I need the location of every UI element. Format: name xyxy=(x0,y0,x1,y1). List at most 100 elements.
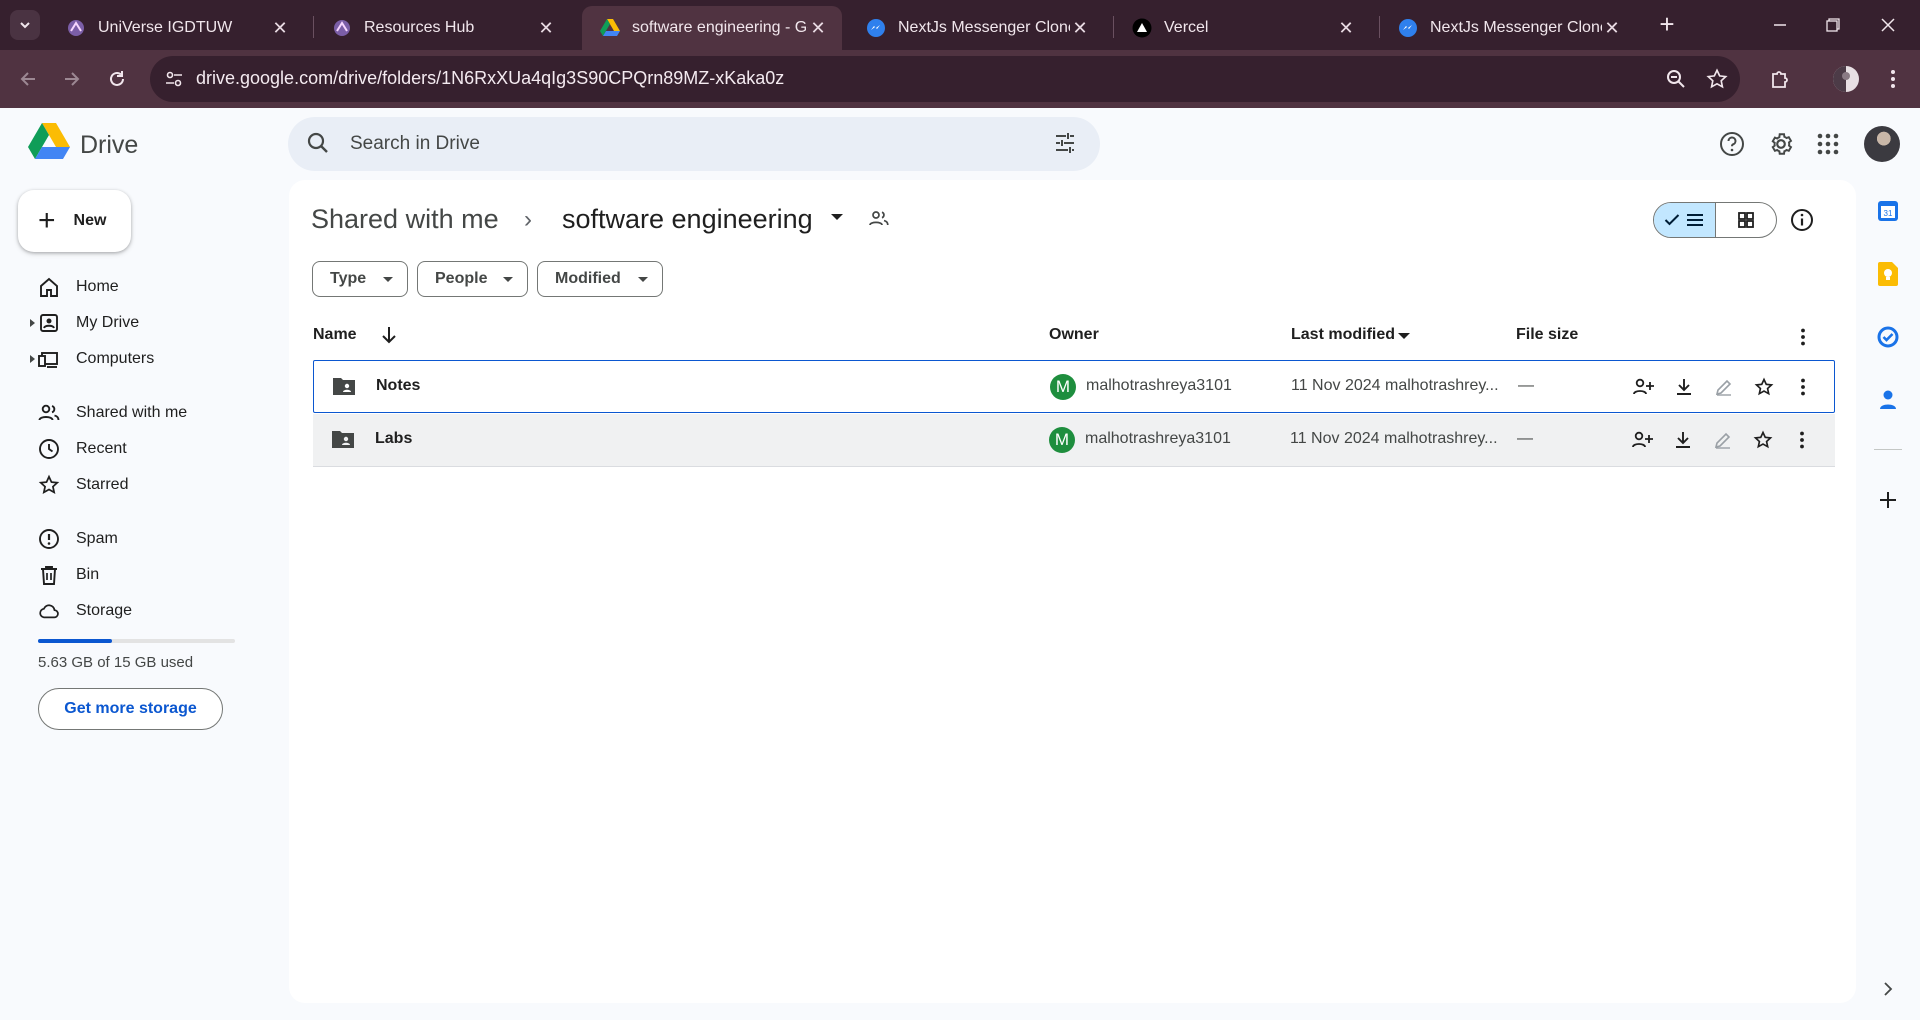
owner-avatar: M xyxy=(1050,374,1076,400)
browser-tab[interactable]: NextJs Messenger Clone ✕ xyxy=(1380,6,1636,50)
close-window-button[interactable] xyxy=(1868,10,1908,40)
owner-avatar: M xyxy=(1049,427,1075,453)
more-actions-icon[interactable] xyxy=(1790,428,1814,452)
my-drive-icon xyxy=(40,314,58,332)
puzzle-icon xyxy=(1772,71,1788,88)
site-info-icon[interactable] xyxy=(164,69,184,89)
zoom-icon[interactable] xyxy=(1666,69,1686,89)
sidebar-item-shared-with-me[interactable]: Shared with me xyxy=(28,396,258,430)
contacts-app-icon[interactable] xyxy=(1874,386,1902,414)
breadcrumb-current[interactable]: software engineering xyxy=(562,204,813,235)
close-tab-icon[interactable]: ✕ xyxy=(1070,18,1090,39)
more-actions-icon[interactable] xyxy=(1791,375,1815,399)
file-row[interactable]: Notes M malhotrashreya3101 11 Nov 2024 m… xyxy=(313,360,1835,413)
download-icon[interactable] xyxy=(1671,428,1695,452)
new-tab-button[interactable]: + xyxy=(1652,10,1682,40)
browser-tab[interactable]: Vercel ✕ xyxy=(1114,6,1370,50)
grid-view-button[interactable] xyxy=(1716,203,1777,237)
sidebar-item-bin[interactable]: Bin xyxy=(28,558,258,592)
minimize-button[interactable] xyxy=(1760,10,1800,40)
shared-folder-people-icon[interactable] xyxy=(868,208,890,230)
search-icon[interactable] xyxy=(306,131,330,155)
account-avatar[interactable] xyxy=(1864,126,1900,162)
star-icon[interactable] xyxy=(1752,375,1776,399)
close-tab-icon[interactable]: ✕ xyxy=(1602,18,1622,39)
bookmark-star-icon[interactable] xyxy=(1706,68,1728,90)
settings-button[interactable] xyxy=(1763,126,1799,162)
sidebar-item-computers[interactable]: Computers xyxy=(28,342,258,376)
new-button[interactable]: + New xyxy=(18,190,131,252)
browser-toolbar: drive.google.com/drive/folders/1N6RxXUa4… xyxy=(0,50,1920,108)
info-icon[interactable] xyxy=(1790,208,1814,232)
sidebar-item-label: My Drive xyxy=(76,314,140,331)
view-toggle xyxy=(1653,202,1777,238)
tasks-app-icon[interactable] xyxy=(1874,323,1902,351)
folder-menu-caret-icon[interactable] xyxy=(830,213,844,221)
get-addons-plus-icon[interactable] xyxy=(1874,486,1902,514)
drive-logo-icon[interactable] xyxy=(28,122,70,162)
close-tab-icon[interactable]: ✕ xyxy=(808,18,828,39)
rename-pencil-icon[interactable] xyxy=(1711,428,1735,452)
expand-side-panel-icon[interactable] xyxy=(1874,975,1902,1003)
sidebar-item-recent[interactable]: Recent xyxy=(28,432,258,466)
check-icon xyxy=(1665,214,1680,226)
filter-people-chip[interactable]: People xyxy=(417,261,528,297)
storage-usage-text: 5.63 GB of 15 GB used xyxy=(38,654,194,671)
restore-button[interactable] xyxy=(1813,10,1853,40)
filter-type-chip[interactable]: Type xyxy=(312,261,408,297)
profile-button[interactable] xyxy=(1830,63,1862,95)
column-header-last-modified[interactable]: Last modified xyxy=(1291,326,1395,344)
extensions-button[interactable] xyxy=(1765,63,1797,95)
keep-app-icon[interactable] xyxy=(1874,260,1902,288)
column-header-name[interactable]: Name xyxy=(313,326,357,344)
breadcrumb-root[interactable]: Shared with me xyxy=(311,204,499,235)
share-person-add-icon[interactable] xyxy=(1630,428,1654,452)
close-tab-icon[interactable]: ✕ xyxy=(1336,18,1356,39)
search-input[interactable] xyxy=(350,127,1030,161)
sidebar-item-starred[interactable]: Starred xyxy=(28,468,258,502)
sort-caret-icon[interactable] xyxy=(1398,333,1410,340)
close-tab-icon[interactable]: ✕ xyxy=(536,18,556,39)
sort-arrow-down-icon[interactable] xyxy=(381,326,397,344)
address-bar[interactable]: drive.google.com/drive/folders/1N6RxXUa4… xyxy=(150,56,1740,102)
list-view-button[interactable] xyxy=(1654,203,1716,237)
close-tab-icon[interactable]: ✕ xyxy=(270,18,290,39)
main-content-panel xyxy=(289,180,1856,1003)
calendar-app-icon[interactable]: 31 xyxy=(1874,197,1902,225)
browser-tab[interactable]: NextJs Messenger Clone ✕ xyxy=(848,6,1104,50)
expand-caret-icon[interactable] xyxy=(28,318,36,328)
forward-button[interactable] xyxy=(56,63,88,95)
back-button[interactable] xyxy=(12,63,44,95)
file-last-modified: 11 Nov 2024 malhotrashrey... xyxy=(1290,430,1498,447)
expand-caret-icon[interactable] xyxy=(28,354,36,364)
browser-menu-button[interactable] xyxy=(1877,63,1909,95)
column-header-owner: Owner xyxy=(1049,326,1099,343)
drive-favicon-icon xyxy=(600,18,620,38)
file-row[interactable]: Labs M malhotrashreya3101 11 Nov 2024 ma… xyxy=(313,414,1835,467)
chip-label: People xyxy=(435,270,488,287)
tab-title: NextJs Messenger Clone xyxy=(1430,19,1602,36)
search-bar[interactable] xyxy=(288,117,1100,171)
download-icon[interactable] xyxy=(1672,375,1696,399)
browser-tab[interactable]: UniVerse IGDTUW ✕ xyxy=(48,6,304,50)
rename-pencil-icon[interactable] xyxy=(1712,375,1736,399)
tab-search-button[interactable] xyxy=(10,10,40,40)
browser-tab-active[interactable]: software engineering - Goo ✕ xyxy=(582,6,842,50)
star-icon[interactable] xyxy=(1751,428,1775,452)
chip-label: Type xyxy=(330,270,367,287)
help-button[interactable] xyxy=(1714,126,1750,162)
apps-launcher-button[interactable] xyxy=(1810,126,1846,162)
search-options-icon[interactable] xyxy=(1053,131,1077,155)
get-more-storage-button[interactable]: Get more storage xyxy=(38,688,223,730)
filter-modified-chip[interactable]: Modified xyxy=(537,261,663,297)
sidebar-item-home[interactable]: Home xyxy=(28,270,258,304)
reload-button[interactable] xyxy=(101,63,133,95)
breadcrumb-separator-icon: › xyxy=(524,206,532,233)
browser-tab[interactable]: Resources Hub ✕ xyxy=(314,6,570,50)
column-options-more-icon[interactable] xyxy=(1800,328,1806,346)
sidebar-item-my-drive[interactable]: My Drive xyxy=(28,306,258,340)
sidebar-item-spam[interactable]: Spam xyxy=(28,522,258,556)
share-person-add-icon[interactable] xyxy=(1631,375,1655,399)
sidebar-item-storage[interactable]: Storage xyxy=(28,594,258,628)
side-panel-divider xyxy=(1874,449,1902,450)
